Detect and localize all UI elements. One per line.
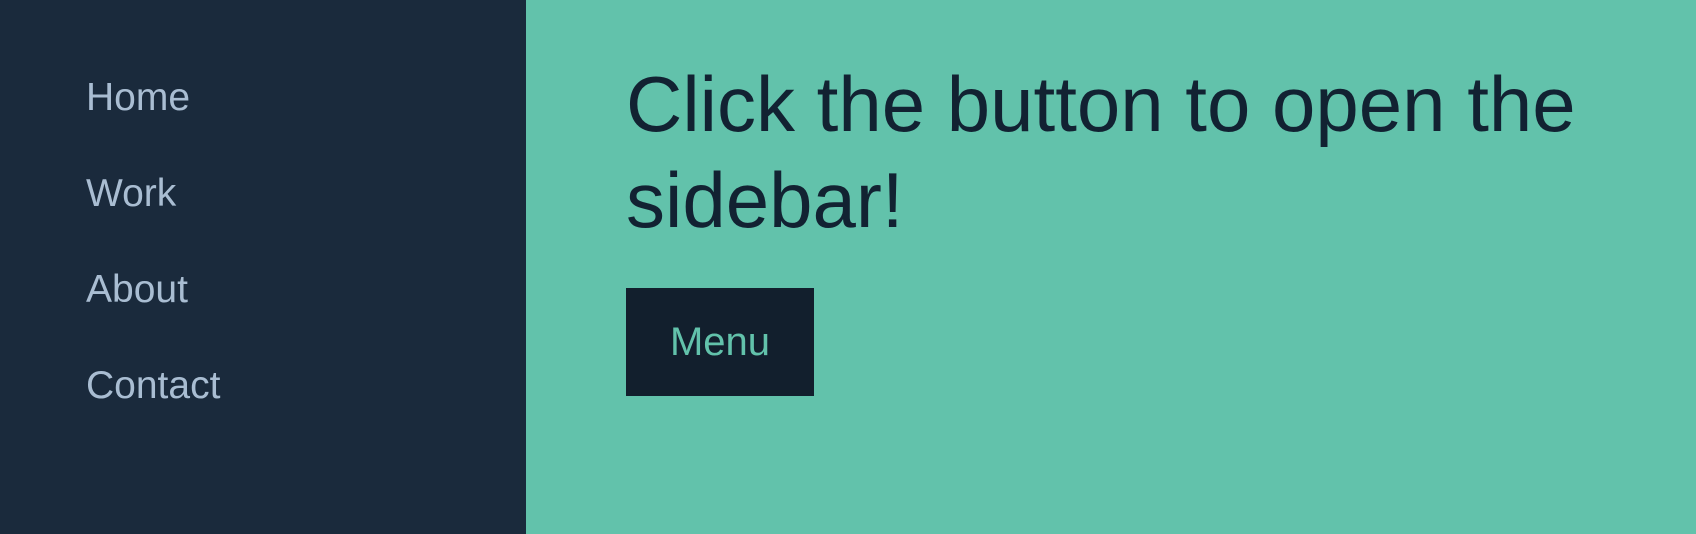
main-content: Click the button to open the sidebar! Me… [526,0,1696,534]
menu-button[interactable]: Menu [626,288,814,396]
sidebar-item-about[interactable]: About [86,266,526,314]
sidebar: Home Work About Contact [0,0,526,534]
page-heading: Click the button to open the sidebar! [626,60,1576,244]
sidebar-item-contact[interactable]: Contact [86,362,526,410]
sidebar-item-work[interactable]: Work [86,170,526,218]
page: Home Work About Contact Click the button… [0,0,1696,534]
sidebar-item-home[interactable]: Home [86,74,526,122]
